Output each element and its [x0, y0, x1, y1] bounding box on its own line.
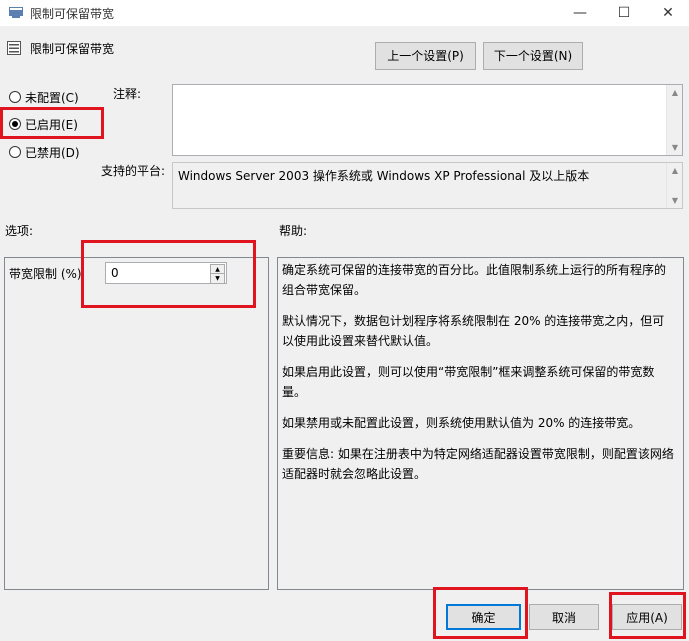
scroll-up-icon[interactable]: ▲ [667, 88, 683, 97]
highlight-box [0, 107, 104, 139]
help-paragraph: 如果启用此设置，则可以使用“带宽限制”框来调整系统可保留的带宽数量。 [282, 365, 655, 399]
maximize-button[interactable]: ☐ [604, 0, 644, 26]
policy-setting-icon [9, 7, 23, 18]
highlight-box [609, 592, 686, 639]
help-pane: 确定系统可保留的连接带宽的百分比。此值限制系统上运行的所有程序的组合带宽保留。 … [277, 257, 684, 590]
platform-value: Windows Server 2003 操作系统或 Windows XP Pro… [178, 169, 590, 183]
setting-title: 限制可保留带宽 [30, 42, 115, 56]
help-paragraph: 如果禁用或未配置此设置，则系统使用默认值为 20% 的连接带宽。 [282, 416, 641, 430]
radio-not-configured-label: 未配置(C) [25, 91, 79, 105]
policy-setting-icon [7, 41, 21, 55]
help-paragraph: 确定系统可保留的连接带宽的百分比。此值限制系统上运行的所有程序的组合带宽保留。 [282, 263, 667, 297]
scroll-down-icon[interactable]: ▼ [667, 143, 683, 152]
radio-disabled[interactable]: 已禁用(D) [9, 145, 99, 160]
help-paragraph: 重要信息: 如果在注册表中为特定网络适配器设置带宽限制，则配置该网络适配器时就会… [282, 447, 674, 481]
help-paragraph: 默认情况下，数据包计划程序将系统限制在 20% 的连接带宽之内，但可以使用此设置… [282, 314, 665, 348]
help-label: 帮助: [279, 224, 308, 238]
comment-field[interactable]: ▲ ▼ [172, 84, 683, 156]
help-text: 确定系统可保留的连接带宽的百分比。此值限制系统上运行的所有程序的组合带宽保留。 … [282, 260, 674, 495]
scroll-down-icon[interactable]: ▼ [667, 196, 683, 205]
previous-setting-button[interactable]: 上一个设置(P) [375, 42, 476, 70]
radio-not-configured[interactable]: 未配置(C) [9, 90, 99, 105]
minimize-button[interactable]: — [560, 0, 600, 26]
platform-label: 支持的平台: [101, 164, 166, 178]
next-setting-button[interactable]: 下一个设置(N) [483, 42, 583, 70]
close-button[interactable]: ✕ [648, 0, 688, 26]
bandwidth-limit-label: 带宽限制 (%) [9, 267, 82, 281]
radio-not-configured-circle[interactable] [9, 91, 21, 103]
radio-disabled-circle[interactable] [9, 146, 21, 158]
cancel-button[interactable]: 取消 [529, 604, 599, 630]
platform-scrollbar[interactable]: ▲ ▼ [666, 163, 682, 208]
comment-scrollbar[interactable]: ▲ ▼ [666, 85, 682, 155]
highlight-box [433, 587, 528, 639]
platform-field: Windows Server 2003 操作系统或 Windows XP Pro… [172, 162, 683, 209]
window-title: 限制可保留带宽 [30, 7, 115, 21]
options-label: 选项: [5, 224, 34, 238]
radio-disabled-label: 已禁用(D) [25, 146, 80, 160]
comment-label: 注释: [113, 87, 142, 101]
title-bar: 限制可保留带宽 — ☐ ✕ [0, 0, 689, 26]
scroll-up-icon[interactable]: ▲ [667, 166, 683, 175]
highlight-box [81, 240, 256, 308]
